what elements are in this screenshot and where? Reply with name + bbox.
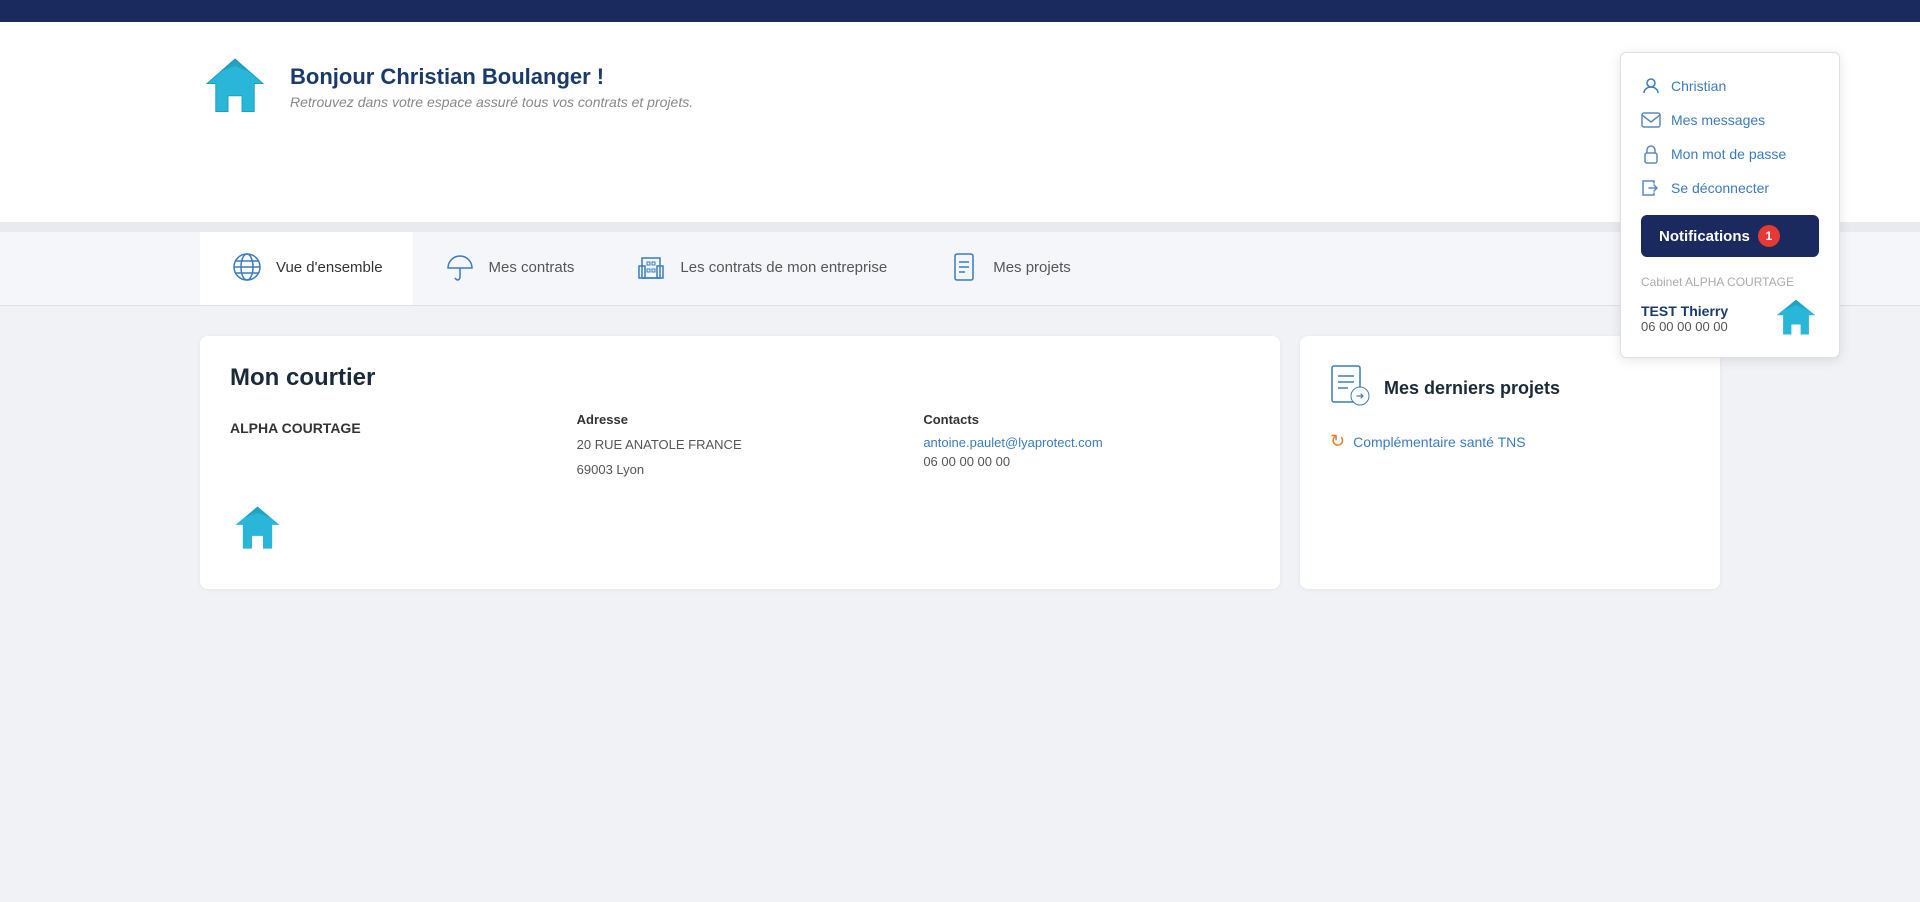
notifications-badge: 1	[1758, 225, 1780, 247]
logout-icon	[1641, 178, 1661, 198]
projet-item-0-label: Complémentaire santé TNS	[1353, 434, 1525, 450]
courtier-address-line1: 20 RUE ANATOLE FRANCE	[577, 435, 904, 456]
header-area: Bonjour Christian Boulanger ! Retrouvez …	[0, 22, 1920, 222]
projets-title: Mes derniers projets	[1384, 378, 1560, 399]
messages-label: Mes messages	[1671, 112, 1765, 128]
tab-vue-ensemble[interactable]: Vue d'ensemble	[200, 232, 413, 305]
logout-item[interactable]: Se déconnecter	[1641, 171, 1819, 205]
cabinet-section: Cabinet ALPHA COURTAGE TEST Thierry 06 0…	[1641, 267, 1819, 341]
tab-contrats-entreprise-label: Les contrats de mon entreprise	[680, 259, 887, 276]
tab-mes-projets-label: Mes projets	[993, 259, 1071, 276]
content-grid: Mon courtier ALPHA COURTAGE Adresse 20 R…	[200, 336, 1720, 589]
tab-mes-contrats-label: Mes contrats	[489, 259, 575, 276]
house-icon-small	[1773, 295, 1819, 341]
messages-item[interactable]: Mes messages	[1641, 103, 1819, 137]
projets-header: Mes derniers projets	[1330, 364, 1690, 413]
header-greeting: Bonjour Christian Boulanger ! Retrouvez …	[290, 64, 693, 110]
agent-phone: 06 00 00 00 00	[1641, 319, 1728, 334]
courtier-address-line2: 69003 Lyon	[577, 460, 904, 481]
top-bar	[0, 0, 1920, 22]
courtier-address-label: Adresse	[577, 412, 904, 427]
cabinet-label: Cabinet ALPHA COURTAGE	[1641, 275, 1819, 289]
spinner-icon: ↻	[1330, 431, 1345, 452]
building-icon	[634, 250, 668, 284]
tab-mes-projets[interactable]: Mes projets	[917, 232, 1101, 305]
notifications-button[interactable]: Notifications 1	[1641, 215, 1819, 257]
courtier-company-col: ALPHA COURTAGE	[230, 412, 557, 481]
document-icon	[947, 250, 981, 284]
courtier-email[interactable]: antoine.paulet@lyaprotect.com	[923, 435, 1250, 450]
greeting-title: Bonjour Christian Boulanger !	[290, 64, 693, 90]
courtier-title: Mon courtier	[230, 364, 1250, 392]
cabinet-info: TEST Thierry 06 00 00 00 00	[1641, 303, 1728, 334]
lock-icon	[1641, 144, 1661, 164]
logout-label: Se déconnecter	[1671, 180, 1769, 196]
notifications-label: Notifications	[1659, 228, 1750, 245]
courtier-phone: 06 00 00 00 00	[923, 454, 1250, 469]
password-label: Mon mot de passe	[1671, 146, 1786, 162]
courtier-address-col: Adresse 20 RUE ANATOLE FRANCE 69003 Lyon	[577, 412, 904, 481]
tab-contrats-entreprise[interactable]: Les contrats de mon entreprise	[604, 232, 917, 305]
courtier-grid: ALPHA COURTAGE Adresse 20 RUE ANATOLE FR…	[230, 412, 1250, 481]
tab-mes-contrats[interactable]: Mes contrats	[413, 232, 605, 305]
user-panel: Christian Mes messages Mon mot de passe	[1620, 52, 1840, 358]
password-item[interactable]: Mon mot de passe	[1641, 137, 1819, 171]
greeting-subtitle: Retrouvez dans votre espace assuré tous …	[290, 94, 693, 110]
username-label: Christian	[1671, 78, 1726, 94]
house-icon-large	[200, 52, 270, 122]
user-icon	[1641, 76, 1661, 96]
cabinet-row: TEST Thierry 06 00 00 00 00	[1641, 295, 1819, 341]
projets-doc-icon	[1330, 364, 1370, 413]
courtier-contacts-col: Contacts antoine.paulet@lyaprotect.com 0…	[923, 412, 1250, 481]
courtier-contacts-label: Contacts	[923, 412, 1250, 427]
projets-card: Mes derniers projets ↻ Complémentaire sa…	[1300, 336, 1720, 589]
username-item[interactable]: Christian	[1641, 69, 1819, 103]
umbrella-icon	[443, 250, 477, 284]
courtier-company-name: ALPHA COURTAGE	[230, 420, 557, 436]
courtier-card: Mon courtier ALPHA COURTAGE Adresse 20 R…	[200, 336, 1280, 589]
projet-item-0[interactable]: ↻ Complémentaire santé TNS	[1330, 431, 1690, 452]
header-left: Bonjour Christian Boulanger ! Retrouvez …	[200, 52, 1860, 122]
main-content: Mon courtier ALPHA COURTAGE Adresse 20 R…	[0, 306, 1920, 706]
globe-icon	[230, 250, 264, 284]
tab-vue-ensemble-label: Vue d'ensemble	[276, 259, 383, 276]
house-icon-bottom	[230, 501, 1250, 561]
envelope-icon	[1641, 110, 1661, 130]
agent-name: TEST Thierry	[1641, 303, 1728, 319]
